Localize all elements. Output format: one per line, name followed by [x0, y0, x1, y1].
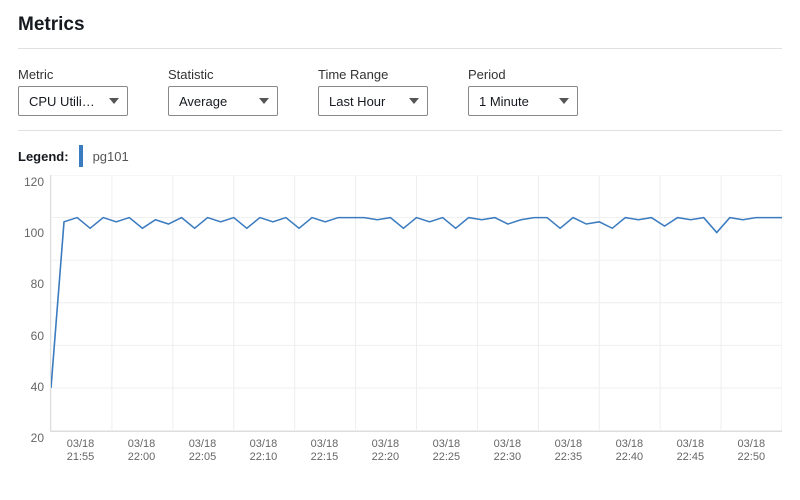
x-tick: 03/1822:30: [477, 438, 538, 466]
chevron-down-icon: [559, 98, 569, 104]
x-tick: 03/1822:05: [172, 438, 233, 466]
x-tick: 03/1822:35: [538, 438, 599, 466]
timerange-group: Time Range Last Hour: [318, 67, 428, 116]
legend-row: Legend: pg101: [18, 131, 782, 175]
metric-group: Metric CPU Utiliz…: [18, 67, 128, 116]
statistic-label: Statistic: [168, 67, 278, 82]
x-tick: 03/1822:40: [599, 438, 660, 466]
period-group: Period 1 Minute: [468, 67, 578, 116]
divider: [18, 48, 782, 49]
legend-label: Legend:: [18, 149, 69, 164]
page-title: Metrics: [18, 0, 782, 48]
legend-swatch: [79, 145, 83, 167]
y-tick: 60: [31, 329, 44, 343]
x-tick: 03/1822:50: [721, 438, 782, 466]
statistic-group: Statistic Average: [168, 67, 278, 116]
x-tick: 03/1822:45: [660, 438, 721, 466]
x-tick: 03/1821:55: [50, 438, 111, 466]
y-tick: 100: [24, 226, 44, 240]
period-label: Period: [468, 67, 578, 82]
statistic-dropdown[interactable]: Average: [168, 86, 278, 116]
timerange-label: Time Range: [318, 67, 428, 82]
y-tick: 40: [31, 380, 44, 394]
chevron-down-icon: [259, 98, 269, 104]
y-tick: 80: [31, 277, 44, 291]
y-tick: 120: [24, 175, 44, 189]
y-axis: 120 100 80 60 40 20: [18, 175, 50, 445]
y-tick: 20: [31, 431, 44, 445]
chart: 120 100 80 60 40 20 03/1821:5503/1822:00…: [18, 175, 782, 465]
period-dropdown[interactable]: 1 Minute: [468, 86, 578, 116]
timerange-dropdown[interactable]: Last Hour: [318, 86, 428, 116]
plot-area: [50, 175, 782, 432]
x-tick: 03/1822:25: [416, 438, 477, 466]
timerange-value: Last Hour: [329, 94, 385, 109]
chevron-down-icon: [409, 98, 419, 104]
x-tick: 03/1822:20: [355, 438, 416, 466]
series-line-svg: [51, 175, 782, 431]
metric-value: CPU Utiliz…: [29, 94, 101, 109]
statistic-value: Average: [179, 94, 227, 109]
metric-dropdown[interactable]: CPU Utiliz…: [18, 86, 128, 116]
series-pg101-path: [51, 218, 782, 388]
x-tick: 03/1822:00: [111, 438, 172, 466]
legend-series-name: pg101: [93, 149, 129, 164]
chevron-down-icon: [109, 98, 119, 104]
x-tick: 03/1822:15: [294, 438, 355, 466]
x-tick: 03/1822:10: [233, 438, 294, 466]
period-value: 1 Minute: [479, 94, 529, 109]
x-axis: 03/1821:5503/1822:0003/1822:0503/1822:10…: [50, 432, 782, 466]
controls-row: Metric CPU Utiliz… Statistic Average Tim…: [18, 57, 782, 131]
metric-label: Metric: [18, 67, 128, 82]
